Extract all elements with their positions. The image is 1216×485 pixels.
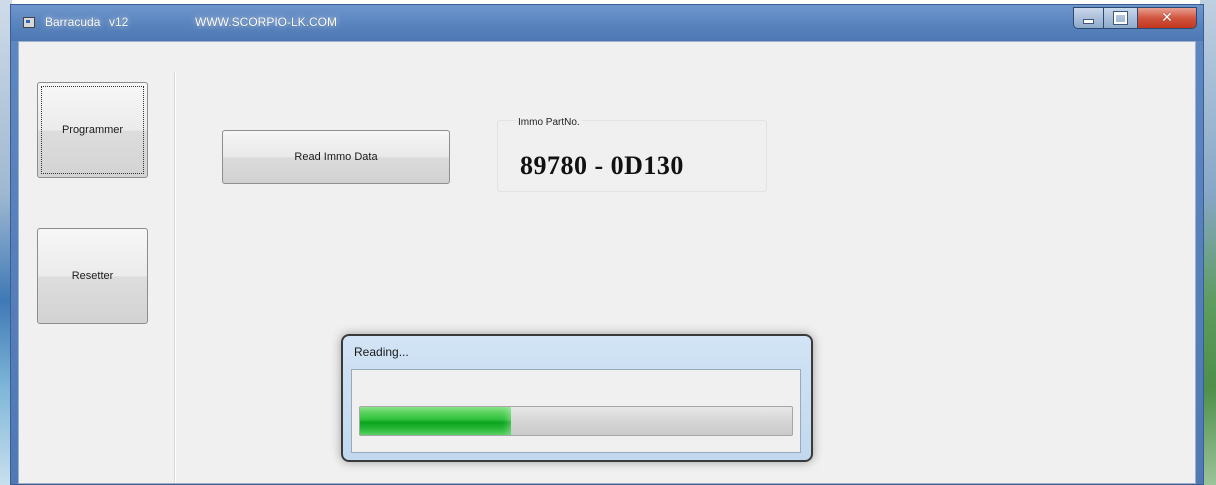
app-window: Barracuda v12 WWW.SCORPIO-LK.COM ✕ Progr… [10,4,1204,485]
minimize-icon [1083,18,1094,24]
reading-dialog-body [351,369,801,453]
minimize-button[interactable] [1074,8,1104,28]
maximize-icon [1113,11,1128,25]
window-title-app-name: Barracuda [45,15,101,29]
close-icon: ✕ [1161,10,1173,26]
title-bar[interactable]: Barracuda v12 WWW.SCORPIO-LK.COM ✕ [11,5,1203,41]
client-area: Programmer Resetter Read Immo Data Immo … [18,41,1196,484]
immo-partno-label: Immo PartNo. [516,117,582,128]
sidebar-separator [174,72,175,482]
programmer-button-label: Programmer [61,124,124,136]
window-title-version: v12 [109,15,129,29]
programmer-button[interactable]: Programmer [37,82,148,178]
window-title-website: WWW.SCORPIO-LK.COM [195,15,337,29]
immo-partno-group: Immo PartNo. 89780 - 0D130 [497,117,767,192]
reading-progress-bar [359,406,793,436]
app-icon[interactable] [23,17,35,28]
maximize-button[interactable] [1104,8,1138,28]
caption-buttons: ✕ [1073,7,1197,29]
reading-dialog: Reading... [341,334,813,462]
immo-partno-value: 89780 - 0D130 [520,151,684,180]
read-immo-data-button[interactable]: Read Immo Data [222,130,450,184]
resetter-button-label: Resetter [71,270,114,282]
resetter-button[interactable]: Resetter [37,228,148,324]
reading-dialog-title: Reading... [354,345,409,359]
read-immo-data-label: Read Immo Data [294,151,378,163]
reading-progress-fill [360,407,512,435]
close-button[interactable]: ✕ [1138,8,1196,28]
